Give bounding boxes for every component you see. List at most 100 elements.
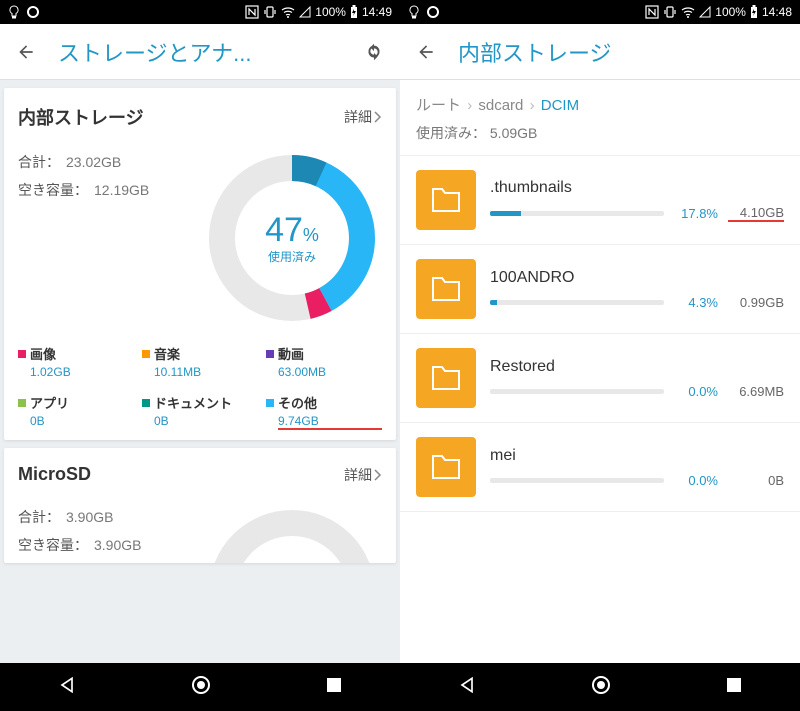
nav-recent-button[interactable] xyxy=(325,676,343,699)
chevron-right-icon: › xyxy=(467,97,472,114)
app-bar: 内部ストレージ xyxy=(400,24,800,80)
free-label: 空き容量： xyxy=(18,537,88,553)
legend-item: 音楽10.11MB xyxy=(142,344,258,379)
folder-size: 4.10GB xyxy=(728,205,784,222)
usage-value: 5.09GB xyxy=(490,125,537,141)
usage-label: 使用済み： xyxy=(416,125,486,141)
folder-item[interactable]: Restored 0.0% 6.69MB xyxy=(400,334,800,423)
wifi-icon xyxy=(681,6,695,18)
folder-icon xyxy=(416,348,476,408)
circle-icon xyxy=(26,5,40,19)
back-button[interactable] xyxy=(12,38,40,66)
folder-icon xyxy=(416,437,476,497)
status-bar: 100% 14:48 xyxy=(400,0,800,24)
app-bar: ストレージとアナ... xyxy=(0,24,400,80)
nav-back-button[interactable] xyxy=(457,675,477,700)
folder-icon xyxy=(416,170,476,230)
legend-swatch xyxy=(18,350,26,358)
legend-name: その他 xyxy=(278,393,317,412)
battery-text: 100% xyxy=(315,5,346,19)
nav-back-button[interactable] xyxy=(57,675,77,700)
usage-bar xyxy=(490,478,664,483)
circle-icon xyxy=(426,5,440,19)
total-value: 23.02GB xyxy=(66,154,121,170)
battery-icon xyxy=(750,5,758,19)
folder-name: .thumbnails xyxy=(490,179,784,197)
usage-bar xyxy=(490,389,664,394)
folder-item[interactable]: .thumbnails 17.8% 4.10GB xyxy=(400,156,800,245)
legend-swatch xyxy=(18,399,26,407)
battery-icon xyxy=(350,5,358,19)
folder-item[interactable]: mei 0.0% 0B xyxy=(400,423,800,512)
usage-bar xyxy=(490,211,664,216)
nav-home-button[interactable] xyxy=(590,674,612,701)
legend-name: 音楽 xyxy=(154,344,180,363)
folder-name: mei xyxy=(490,447,784,465)
legend-name: 画像 xyxy=(30,344,56,363)
legend-item: その他 9.74GB xyxy=(266,393,382,430)
free-value: 3.90GB xyxy=(94,537,141,553)
folder-list: .thumbnails 17.8% 4.10GB 100ANDRO 4.3% 0… xyxy=(400,155,800,512)
storage-analyzer-screen: 100% 14:49 ストレージとアナ... 内部ストレージ 詳細 合計：23.… xyxy=(0,0,400,711)
nav-bar xyxy=(400,663,800,711)
storage-donut-chart: 47% 使用済み xyxy=(202,148,382,328)
folder-item[interactable]: 100ANDRO 4.3% 0.99GB xyxy=(400,245,800,334)
folder-size: 0.99GB xyxy=(728,295,784,310)
legend-item: アプリ0B xyxy=(18,393,134,430)
nfc-icon xyxy=(245,5,259,19)
detail-link[interactable]: 詳細 xyxy=(344,465,382,485)
detail-link[interactable]: 詳細 xyxy=(344,107,382,127)
folder-percent: 0.0% xyxy=(674,384,718,399)
page-title: 内部ストレージ xyxy=(458,36,788,68)
legend-item: ドキュメント 0B xyxy=(142,393,258,430)
back-button[interactable] xyxy=(412,38,440,66)
folder-name: 100ANDRO xyxy=(490,269,784,287)
legend-name: ドキュメント xyxy=(154,393,232,412)
nfc-icon xyxy=(645,5,659,19)
breadcrumb-root[interactable]: ルート xyxy=(416,97,461,114)
legend-swatch xyxy=(142,399,150,407)
bulb-icon xyxy=(408,5,420,19)
folder-percent: 4.3% xyxy=(674,295,718,310)
free-value: 12.19GB xyxy=(94,182,149,198)
breadcrumb: ルート › sdcard › DCIM xyxy=(400,80,800,121)
signal-icon xyxy=(299,6,311,18)
microsd-donut-chart xyxy=(202,503,382,563)
status-bar: 100% 14:49 xyxy=(0,0,400,24)
refresh-button[interactable] xyxy=(360,38,388,66)
legend-name: 動画 xyxy=(278,344,304,363)
card-title: MicroSD xyxy=(18,464,91,485)
nav-recent-button[interactable] xyxy=(725,676,743,699)
total-label: 合計： xyxy=(18,154,60,170)
legend-value: 0B xyxy=(154,414,258,428)
wifi-icon xyxy=(281,6,295,18)
storage-legend: 画像1.02GB音楽10.11MB 動画 63.00MB アプリ0B ドキュメント 0B そ… xyxy=(18,344,382,430)
legend-swatch xyxy=(266,399,274,407)
legend-swatch xyxy=(142,350,150,358)
breadcrumb-current: DCIM xyxy=(541,97,579,114)
vibrate-icon xyxy=(263,5,277,19)
legend-item: 画像1.02GB xyxy=(18,344,134,379)
bulb-icon xyxy=(8,5,20,19)
used-pct: 47 xyxy=(265,211,303,249)
internal-storage-browser-screen: 100% 14:48 内部ストレージ ルート › sdcard › DCIM 使… xyxy=(400,0,800,711)
folder-name: Restored xyxy=(490,358,784,376)
folder-size: 6.69MB xyxy=(728,384,784,399)
internal-storage-card[interactable]: 内部ストレージ 詳細 合計：23.02GB 空き容量：12.19GB xyxy=(4,88,396,440)
total-label: 合計： xyxy=(18,509,60,525)
chevron-right-icon xyxy=(374,111,382,123)
vibrate-icon xyxy=(663,5,677,19)
folder-icon xyxy=(416,259,476,319)
legend-value: 63.00MB xyxy=(278,365,382,379)
legend-value: 9.74GB xyxy=(278,414,382,430)
nav-bar xyxy=(0,663,400,711)
battery-text: 100% xyxy=(715,5,746,19)
legend-value: 0B xyxy=(30,414,134,428)
breadcrumb-sdcard[interactable]: sdcard xyxy=(478,97,523,114)
folder-percent: 17.8% xyxy=(674,206,718,221)
total-value: 3.90GB xyxy=(66,509,113,525)
clock-text: 14:48 xyxy=(762,5,792,19)
microsd-card[interactable]: MicroSD 詳細 合計： 3.90GB 空き容量： 3.90GB xyxy=(4,448,396,563)
nav-home-button[interactable] xyxy=(190,674,212,701)
usage-bar xyxy=(490,300,664,305)
